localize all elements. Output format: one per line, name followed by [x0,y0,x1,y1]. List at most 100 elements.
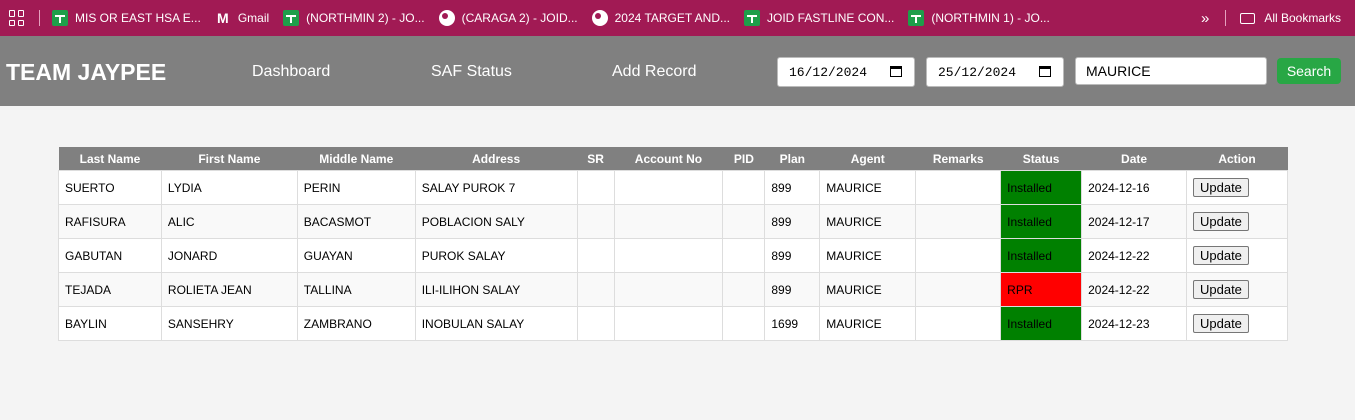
update-button[interactable]: Update [1192,314,1249,333]
status-badge: Installed [1000,306,1083,341]
cell-sr [576,204,615,239]
cell-date: 2024-12-17 [1081,204,1187,239]
cell-sr [576,238,615,273]
cell-middle-name: PERIN [296,170,416,205]
date-from-value: 16/12/2024 [789,64,868,80]
folder-icon [1240,12,1256,24]
cell-plan: 899 [764,238,821,273]
status-badge: Installed [1000,170,1083,205]
column-header: PID [722,147,765,171]
column-header: Date [1081,147,1187,171]
update-button[interactable]: Update [1192,246,1249,265]
search-input[interactable] [1075,57,1267,85]
column-header: Agent [819,147,916,171]
update-button[interactable]: Update [1192,280,1249,299]
bookmark-item[interactable]: MIS OR EAST HSA E... [52,10,201,26]
gmail-icon: M [216,10,229,26]
cell-plan: 1699 [764,306,821,341]
cell-last-name: TEJADA [58,272,162,307]
cell-action: Update [1185,272,1289,307]
cell-account-no [613,170,724,205]
sheets-icon [908,10,925,26]
bookmark-item[interactable]: M Gmail [215,10,269,26]
cell-action: Update [1185,170,1289,205]
cell-last-name: SUERTO [58,170,162,205]
cell-middle-name: ZAMBRANO [296,306,416,341]
cell-date: 2024-12-16 [1081,170,1187,205]
cell-first-name: ALIC [160,204,298,239]
cell-address: ILI-ILIHON SALAY [414,272,578,307]
sheets-icon [744,10,761,26]
bookmark-item[interactable]: (NORTHMIN 2) - JO... [283,10,425,26]
update-button[interactable]: Update [1192,212,1249,231]
cell-sr [576,306,615,341]
cell-sr [576,170,615,205]
cell-remarks [915,170,1002,205]
column-header: Remarks [915,147,1001,171]
column-header: Action [1186,147,1288,171]
cell-pid [722,306,766,341]
apps-grid-icon[interactable] [9,10,25,26]
brand-title: TEAM JAYPEE [6,59,167,85]
bookmark-item[interactable]: JOID FASTLINE CON... [744,10,894,26]
nav-dashboard[interactable]: Dashboard [252,63,330,81]
more-bookmarks-icon[interactable]: » [1201,10,1209,27]
table-row: GABUTAN JONARD GUAYAN PUROK SALAY 899 MA… [58,238,1289,273]
cell-address: INOBULAN SALAY [414,306,578,341]
cell-pid [722,204,766,239]
cell-plan: 899 [764,272,821,307]
cell-date: 2024-12-22 [1081,238,1187,273]
cell-pid [722,272,766,307]
cell-plan: 899 [764,170,821,205]
table-row: BAYLIN SANSEHRY ZAMBRANO INOBULAN SALAY … [58,306,1289,341]
cell-last-name: BAYLIN [58,306,162,341]
cell-account-no [613,204,724,239]
table-row: SUERTO LYDIA PERIN SALAY PUROK 7 899 MAU… [58,170,1289,205]
cell-date: 2024-12-22 [1081,272,1187,307]
bookmark-item[interactable]: 2024 TARGET AND... [591,10,730,26]
column-header: Account No [614,147,723,171]
cell-remarks [915,272,1002,307]
all-bookmarks-button[interactable]: All Bookmarks [1264,11,1341,25]
status-badge: RPR [1000,272,1083,307]
cell-middle-name: GUAYAN [296,238,416,273]
calendar-icon[interactable] [890,66,902,77]
cell-action: Update [1185,238,1289,273]
cell-account-no [613,306,724,341]
bookmark-label: (CARAGA 2) - JOID... [461,11,578,25]
sheets-icon [52,10,68,26]
cell-last-name: RAFISURA [58,204,162,239]
column-header: Status [1000,147,1082,171]
bookmarks-divider [39,10,40,26]
globe-icon [591,10,608,26]
update-button[interactable]: Update [1192,178,1249,197]
column-header: Address [415,147,578,171]
calendar-icon[interactable] [1039,66,1051,77]
column-header: First Name [161,147,298,171]
nav-add-record[interactable]: Add Record [612,63,697,81]
sheets-icon [283,10,300,26]
cell-account-no [613,238,724,273]
date-to-input[interactable]: 25/12/2024 [926,57,1064,87]
cell-agent: MAURICE [819,204,917,239]
date-to-value: 25/12/2024 [938,64,1017,80]
cell-action: Update [1185,306,1289,341]
cell-agent: MAURICE [819,238,917,273]
bookmark-label: (NORTHMIN 2) - JO... [306,11,425,25]
bookmark-item[interactable]: (NORTHMIN 1) - JO... [908,10,1050,26]
search-button[interactable]: Search [1277,58,1341,84]
app-header: TEAM JAYPEE Dashboard SAF Status Add Rec… [0,36,1355,106]
bookmark-label: (NORTHMIN 1) - JO... [931,11,1050,25]
nav-saf-status[interactable]: SAF Status [431,63,512,81]
cell-agent: MAURICE [819,272,917,307]
bookmark-item[interactable]: (CARAGA 2) - JOID... [438,10,578,26]
cell-last-name: GABUTAN [58,238,162,273]
column-header: Last Name [58,147,162,171]
date-from-input[interactable]: 16/12/2024 [777,57,915,87]
cell-plan: 899 [764,204,821,239]
table-header-row: Last Name First Name Middle Name Address… [58,147,1288,171]
globe-icon [438,10,455,26]
status-badge: Installed [1000,238,1083,273]
cell-remarks [915,306,1002,341]
column-header: Plan [764,147,820,171]
